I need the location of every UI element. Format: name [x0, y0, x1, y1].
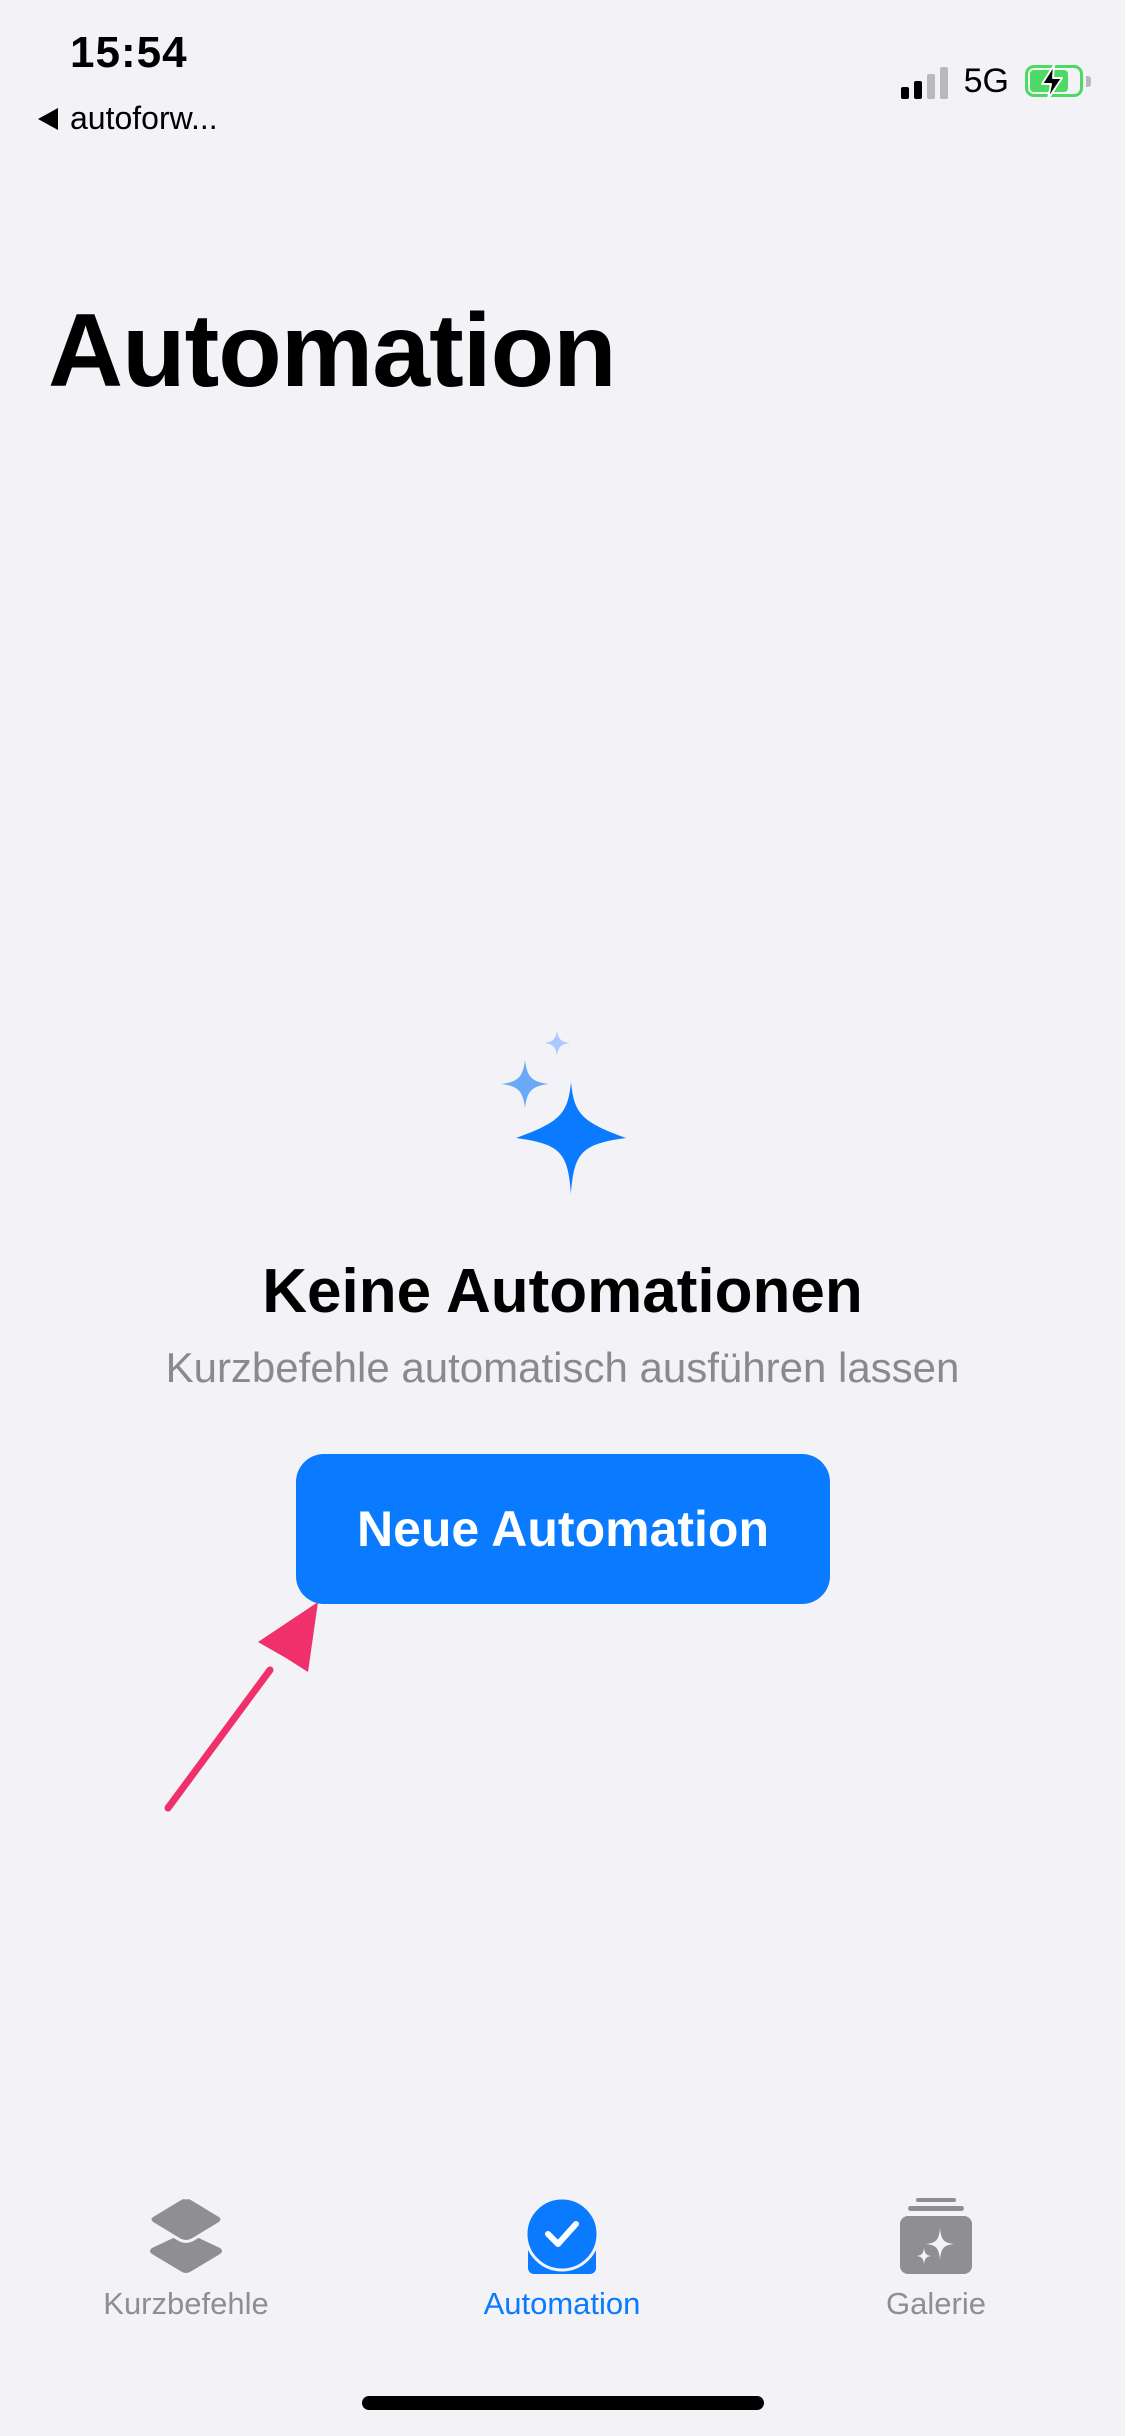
tab-automation[interactable]: Automation — [412, 2196, 712, 2322]
back-app-label: autoforw... — [70, 100, 218, 136]
status-indicators: 5G — [900, 62, 1091, 101]
status-time: 15:54 — [70, 28, 188, 77]
tab-label: Kurzbefehle — [103, 2286, 269, 2321]
battery-charging-icon — [1025, 63, 1091, 100]
tab-label: Galerie — [886, 2286, 986, 2321]
gallery-sparkle-icon — [900, 2198, 972, 2274]
annotation-arrow-icon — [150, 1580, 330, 1825]
back-to-app-link[interactable]: autoforw... — [38, 100, 218, 137]
layers-icon — [148, 2196, 224, 2273]
signal-strength-icon — [900, 65, 948, 99]
tab-galerie[interactable]: Galerie — [786, 2196, 1086, 2322]
automation-check-icon — [524, 2196, 600, 2274]
sparkles-icon — [490, 1030, 630, 1205]
back-triangle-icon — [38, 107, 58, 130]
tab-kurzbefehle[interactable]: Kurzbefehle — [36, 2196, 336, 2322]
page-title: Automation — [48, 293, 617, 409]
empty-state-subtitle: Kurzbefehle automatisch ausführen lassen — [165, 1344, 960, 1391]
new-automation-button[interactable]: Neue Automation — [296, 1454, 830, 1604]
empty-state-title: Keine Automationen — [262, 1257, 863, 1326]
tab-label: Automation — [483, 2286, 641, 2321]
home-indicator[interactable] — [362, 2396, 764, 2410]
network-type: 5G — [963, 62, 1009, 100]
